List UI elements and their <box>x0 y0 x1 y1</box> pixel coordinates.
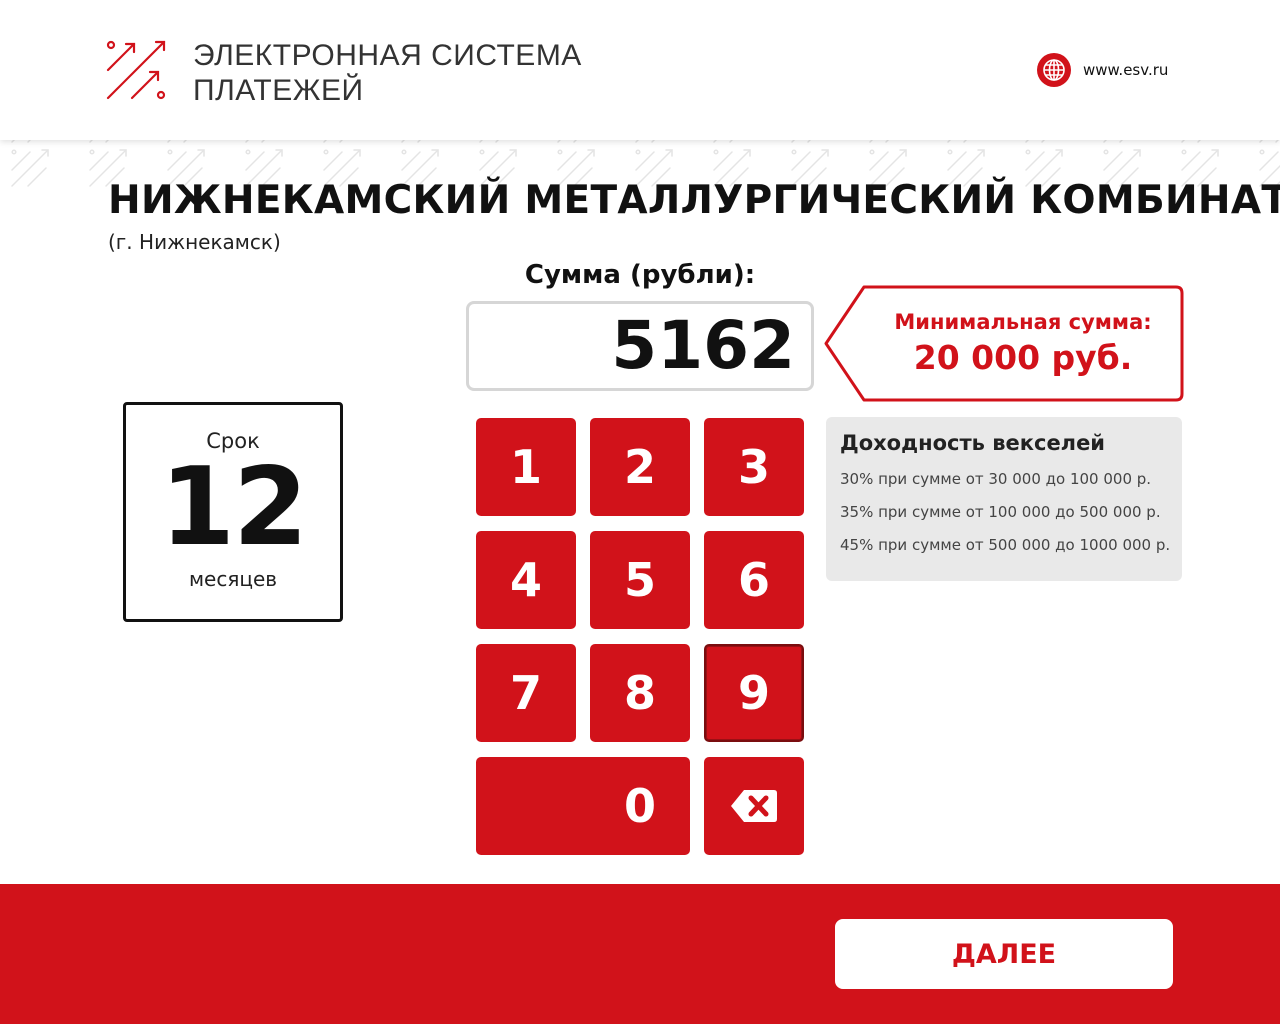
key-5[interactable]: 5 <box>590 531 690 629</box>
key-0[interactable]: 0 <box>476 757 690 855</box>
sum-input[interactable]: 5162 <box>466 301 814 391</box>
key-1[interactable]: 1 <box>476 418 576 516</box>
key-2[interactable]: 2 <box>590 418 690 516</box>
key-6[interactable]: 6 <box>704 531 804 629</box>
yield-panel: Доходность векселей 30% при сумме от 30 … <box>826 417 1182 581</box>
sum-label: Сумма (рубли): <box>524 260 756 290</box>
company-title: НИЖНЕКАМСКИЙ МЕТАЛЛУРГИЧЕСКИЙ КОМБИНАТ <box>108 178 1280 223</box>
logo-text: ЭЛЕКТРОННАЯ СИСТЕМА ПЛАТЕЖЕЙ <box>193 38 582 108</box>
yield-row: 30% при сумме от 30 000 до 100 000 р. <box>840 470 1152 488</box>
footer: ДАЛЕЕ <box>0 884 1280 1024</box>
website-label: www.esv.ru <box>1083 61 1169 79</box>
backspace-button[interactable] <box>704 757 804 855</box>
minimum-sum-label: Минимальная сумма: <box>894 310 1152 334</box>
globe-icon <box>1037 53 1071 87</box>
logo-line2: ПЛАТЕЖЕЙ <box>193 74 364 107</box>
term-unit: месяцев <box>188 567 278 591</box>
key-3[interactable]: 3 <box>704 418 804 516</box>
minimum-sum-callout: Минимальная сумма: 20 000 руб. <box>822 285 1184 402</box>
company-city: (г. Нижнекамск) <box>108 230 281 254</box>
backspace-icon <box>731 790 777 822</box>
header: ЭЛЕКТРОННАЯ СИСТЕМА ПЛАТЕЖЕЙ www.esv.ru <box>0 0 1280 140</box>
term-value: 12 <box>159 445 308 570</box>
website-link[interactable]: www.esv.ru <box>1036 52 1168 88</box>
key-8[interactable]: 8 <box>590 644 690 742</box>
next-button[interactable]: ДАЛЕЕ <box>835 919 1173 989</box>
minimum-sum-value: 20 000 руб. <box>913 338 1133 377</box>
yield-row: 45% при сумме от 500 000 до 1000 000 р. <box>840 536 1171 554</box>
key-4[interactable]: 4 <box>476 531 576 629</box>
logo-icon <box>106 40 166 100</box>
yield-row: 35% при сумме от 100 000 до 500 000 р. <box>840 503 1161 521</box>
term-card: Срок 12 месяцев <box>123 402 343 622</box>
key-9[interactable]: 9 <box>704 644 804 742</box>
logo-line1: ЭЛЕКТРОННАЯ СИСТЕМА <box>193 39 582 72</box>
yield-title: Доходность векселей <box>840 431 1106 455</box>
key-7[interactable]: 7 <box>476 644 576 742</box>
